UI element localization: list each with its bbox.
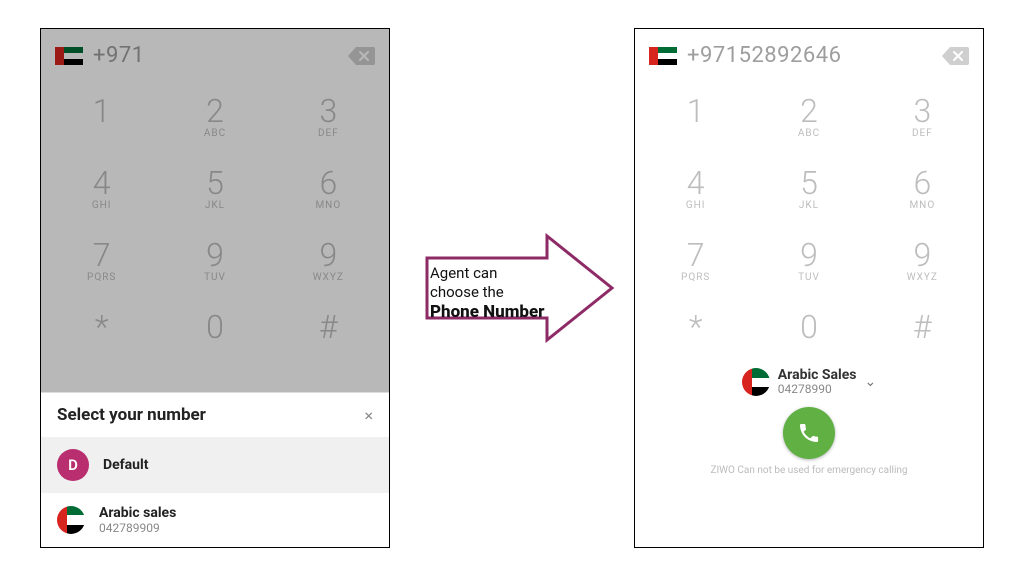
phone-icon xyxy=(797,421,821,445)
arrow-caption: Agent can choose the Phone Number xyxy=(430,264,545,323)
dial-header: +97152892646 xyxy=(635,29,983,78)
sheet-title: Select your number xyxy=(57,405,206,425)
emergency-disclaimer: ZIWO Can not be used for emergency calli… xyxy=(635,465,983,482)
key-hash[interactable]: # xyxy=(272,294,385,366)
entered-number[interactable]: +97152892646 xyxy=(687,43,931,68)
key-5[interactable]: 5JKL xyxy=(158,150,271,222)
flag-uae-icon xyxy=(55,47,83,65)
key-4[interactable]: 4GHI xyxy=(45,150,158,222)
selected-line-dropdown[interactable]: Arabic Sales 04278990 ⌄ xyxy=(635,368,983,397)
key-8[interactable]: 9TUV xyxy=(158,222,271,294)
key-7[interactable]: 7PQRS xyxy=(45,222,158,294)
key-0[interactable]: 0 xyxy=(158,294,271,366)
number-option-default[interactable]: D Default xyxy=(41,437,389,493)
selected-line-number: 04278990 xyxy=(778,383,857,396)
select-number-sheet: Select your number × D Default Arabic sa… xyxy=(41,392,389,547)
key-6[interactable]: 6MNO xyxy=(866,150,979,222)
key-1[interactable]: 1 xyxy=(45,78,158,150)
option-label: Default xyxy=(103,457,148,473)
keypad: 1 2ABC 3DEF 4GHI 5JKL 6MNO 7PQRS 9TUV 9W… xyxy=(635,78,983,366)
key-6[interactable]: 6MNO xyxy=(272,150,385,222)
selected-line-name: Arabic Sales xyxy=(778,368,857,383)
key-0[interactable]: 0 xyxy=(752,294,865,366)
backspace-icon[interactable] xyxy=(347,45,375,67)
flag-uae-icon xyxy=(57,506,85,534)
key-8[interactable]: 9TUV xyxy=(752,222,865,294)
flag-uae-icon xyxy=(742,368,770,396)
option-initial-icon: D xyxy=(57,449,89,481)
option-sub: 042789909 xyxy=(99,521,176,535)
key-2[interactable]: 2ABC xyxy=(158,78,271,150)
comparison-stage: +971 1 2ABC 3DEF 4GHI 5JKL 6MNO 7PQRS 9T… xyxy=(0,0,1024,576)
phone-left: +971 1 2ABC 3DEF 4GHI 5JKL 6MNO 7PQRS 9T… xyxy=(40,28,390,548)
flag-uae-icon xyxy=(649,47,677,65)
chevron-down-icon: ⌄ xyxy=(865,374,877,390)
key-5[interactable]: 5JKL xyxy=(752,150,865,222)
key-star[interactable]: * xyxy=(639,294,752,366)
backspace-icon[interactable] xyxy=(941,45,969,67)
key-hash[interactable]: # xyxy=(866,294,979,366)
number-option-arabic-sales[interactable]: Arabic sales 042789909 xyxy=(41,493,389,547)
key-3[interactable]: 3DEF xyxy=(866,78,979,150)
key-7[interactable]: 7PQRS xyxy=(639,222,752,294)
key-3[interactable]: 3DEF xyxy=(272,78,385,150)
phone-right: +97152892646 1 2ABC 3DEF 4GHI 5JKL 6MNO … xyxy=(634,28,984,548)
key-4[interactable]: 4GHI xyxy=(639,150,752,222)
close-icon[interactable]: × xyxy=(364,406,373,425)
key-star[interactable]: * xyxy=(45,294,158,366)
key-9[interactable]: 9WXYZ xyxy=(272,222,385,294)
key-1[interactable]: 1 xyxy=(639,78,752,150)
entered-number[interactable]: +971 xyxy=(93,43,337,68)
option-label: Arabic sales xyxy=(99,505,176,521)
transition-arrow: Agent can choose the Phone Number xyxy=(402,228,622,348)
sheet-header: Select your number × xyxy=(41,393,389,437)
call-button[interactable] xyxy=(783,407,835,459)
dial-header: +971 xyxy=(41,29,389,78)
key-9[interactable]: 9WXYZ xyxy=(866,222,979,294)
key-2[interactable]: 2ABC xyxy=(752,78,865,150)
keypad: 1 2ABC 3DEF 4GHI 5JKL 6MNO 7PQRS 9TUV 9W… xyxy=(41,78,389,366)
